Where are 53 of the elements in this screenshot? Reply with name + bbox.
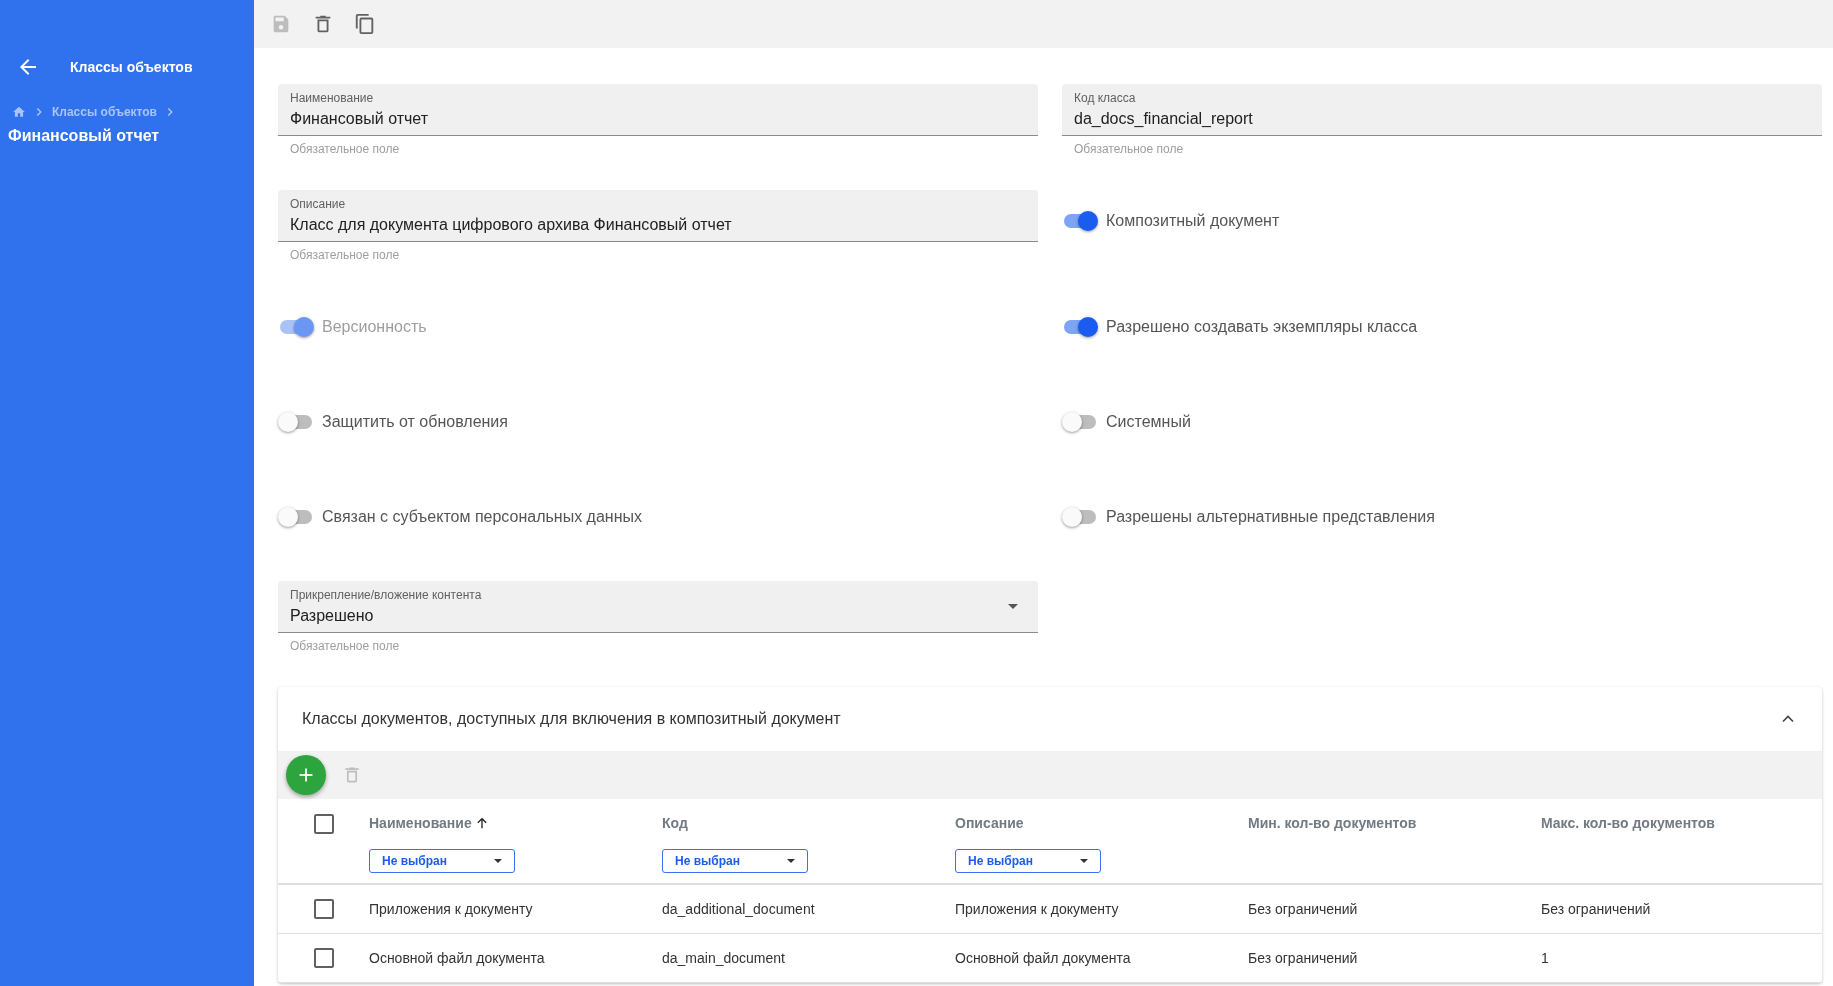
text-field[interactable]: Наименование Финансовый отчет: [278, 84, 1038, 136]
toggle-switch[interactable]: [1062, 209, 1098, 233]
table-cell-text: Приложения к документу: [369, 901, 534, 917]
toggle-switch[interactable]: [278, 410, 314, 434]
checkbox[interactable]: [313, 814, 334, 834]
caret-icon: [494, 859, 502, 863]
toggle-switch[interactable]: [1062, 315, 1098, 339]
helper-text: Обязательное поле: [1073, 141, 1185, 156]
table-cell-text: da_main_document: [662, 950, 786, 966]
toggle-label: Защитить от обновления: [322, 413, 508, 431]
table-cell-text: Без ограничений: [1541, 901, 1652, 917]
home-icon[interactable]: [12, 105, 26, 119]
filter-dropdown[interactable]: Не выбран: [955, 849, 1101, 873]
table-cell-text: Основной файл документа: [955, 950, 1132, 966]
helper-text: Обязательное поле: [289, 247, 401, 262]
column-header[interactable]: Код: [662, 815, 688, 831]
caret-icon: [787, 859, 795, 863]
table-cell-text: Без ограничений: [1248, 950, 1359, 966]
checkbox[interactable]: [313, 948, 334, 968]
toggle-label: Композитный документ: [1106, 212, 1280, 230]
table-cell-text: da_additional_document: [662, 901, 816, 917]
panel-title: Классы документов, доступных для включения в композитный документ: [302, 710, 841, 728]
toggle-switch[interactable]: [278, 505, 314, 529]
trash-icon: [342, 765, 362, 785]
select-field[interactable]: Прикрепление/вложение контента Разрешено: [278, 581, 1038, 633]
caret-icon: [1008, 604, 1018, 609]
copy-icon: [354, 13, 376, 35]
column-header[interactable]: Наименование: [369, 815, 472, 831]
add-button[interactable]: [286, 755, 326, 795]
checkbox[interactable]: [313, 899, 334, 919]
table-cell-text: Приложения к документу: [955, 901, 1120, 917]
table-cell-text: Основной файл документа: [369, 950, 546, 966]
column-header[interactable]: Мин. кол-во документов: [1248, 815, 1417, 831]
column-header[interactable]: Описание: [955, 815, 1024, 831]
toggle-switch[interactable]: [1062, 410, 1098, 434]
toggle-switch[interactable]: [1062, 505, 1098, 529]
toggle-label: Версионность: [322, 318, 427, 336]
toggle-label: Связан с субъектом персональных данных: [322, 508, 642, 526]
current-page-title: Финансовый отчет: [7, 127, 161, 145]
text-field[interactable]: Код класса da_docs_financial_report: [1062, 84, 1822, 136]
filter-dropdown[interactable]: Не выбран: [662, 849, 808, 873]
filter-dropdown[interactable]: Не выбран: [369, 849, 515, 873]
table-cell-text: Без ограничений: [1248, 901, 1359, 917]
helper-text: Обязательное поле: [289, 141, 401, 156]
toggle-label: Разрешено создавать экземпляры класса: [1106, 318, 1418, 336]
text-field[interactable]: Описание Класс для документа цифрового архива Финансовый отчет: [278, 190, 1038, 242]
table-cell-text: 1: [1541, 950, 1550, 966]
toggle-label: Разрешены альтернативные представления: [1106, 508, 1435, 526]
helper-text: Обязательное поле: [289, 638, 401, 653]
caret-icon: [1080, 859, 1088, 863]
column-header[interactable]: Макс. кол-во документов: [1541, 815, 1715, 831]
sidebar-title: Классы объектов: [70, 59, 193, 75]
toggle-label: Системный: [1106, 413, 1191, 431]
